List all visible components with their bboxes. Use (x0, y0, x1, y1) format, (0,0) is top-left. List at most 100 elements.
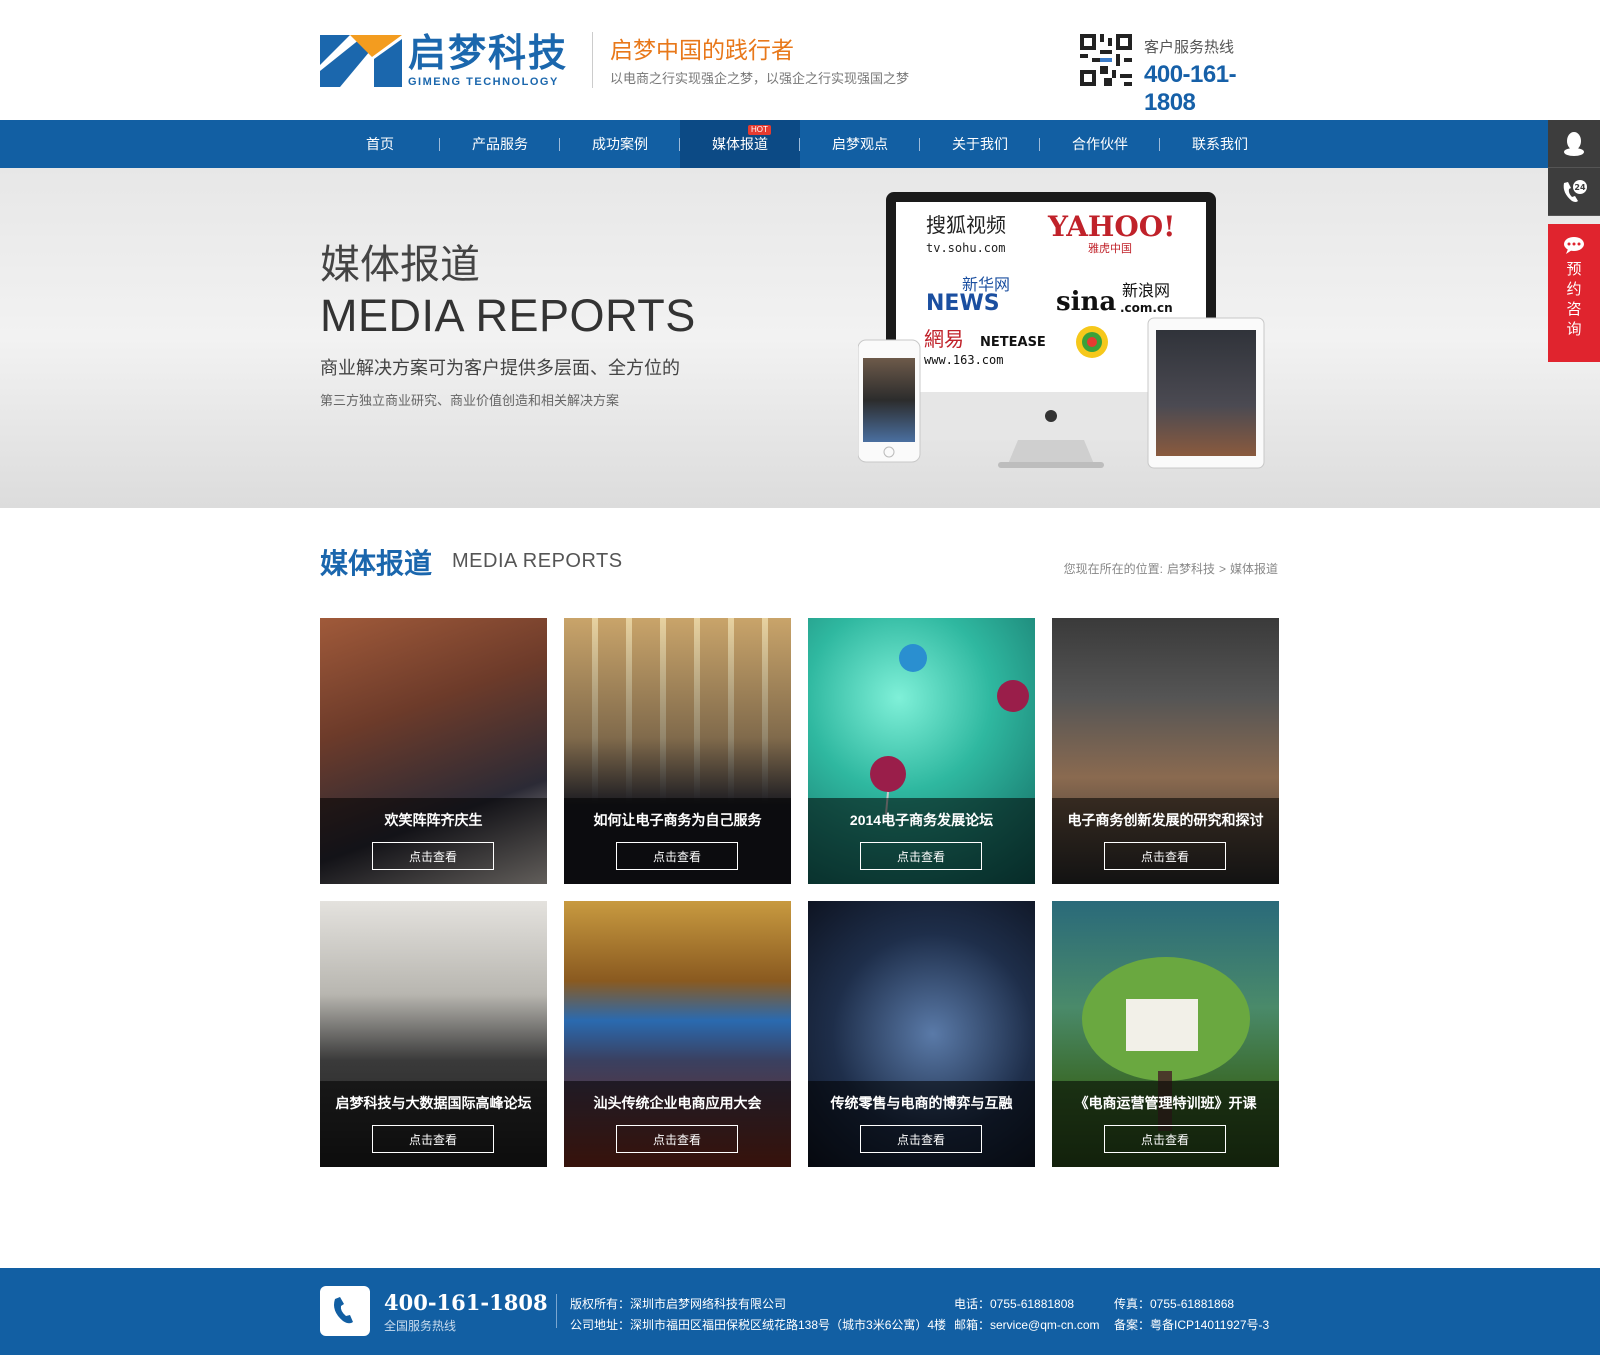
yahoo-logo: YAHOO! (1047, 210, 1175, 243)
footer-divider (556, 1294, 557, 1328)
media-card[interactable]: 2014电子商务发展论坛 点击查看 (808, 618, 1035, 884)
nav-item-about[interactable]: 关于我们 (920, 120, 1040, 168)
banner-title-en: MEDIA REPORTS (320, 290, 696, 341)
footer-contact-info: 电话：0755-61881808 邮箱：service@qm-cn.com (954, 1294, 1100, 1336)
view-button[interactable]: 点击查看 (372, 842, 494, 870)
footer-icp: 备案：粤备ICP14011927号-3 (1114, 1318, 1270, 1332)
phone-24-icon: 24 (1563, 179, 1587, 202)
qq-button[interactable] (1548, 120, 1600, 168)
nav-item-label: 成功案例 (592, 136, 648, 152)
banner-title-cn: 媒体报道 (320, 243, 480, 287)
sina-cn-logo: 新浪网 (1122, 281, 1170, 300)
card-title: 汕头传统企业电商应用大会 (593, 1095, 762, 1111)
netease-url: www.163.com (924, 353, 1003, 367)
media-grid: 欢笑阵阵齐庆生 点击查看 如何让电子商务为自己服务 点击查看 2014电子商务发… (320, 618, 1280, 1167)
footer-address: 公司地址：深圳市福田区福田保税区绒花路138号（城市3米6公寓）4楼 (570, 1318, 947, 1332)
nav-item-label: 联系我们 (1192, 136, 1248, 152)
consult-label-char: 约 (1566, 281, 1582, 298)
footer-company-info: 版权所有：深圳市启梦网络科技有限公司 公司地址：深圳市福田区福田保税区绒花路13… (570, 1294, 946, 1336)
nav-item-label: 合作伙伴 (1072, 136, 1128, 152)
nav-item-partners[interactable]: 合作伙伴 (1040, 120, 1160, 168)
header-hotline: 客户服务热线 400-161-1808 (1144, 36, 1280, 117)
nav-item-contact[interactable]: 联系我们 (1160, 120, 1280, 168)
card-title: 欢笑阵阵齐庆生 (384, 812, 483, 828)
nav-item-label: 产品服务 (472, 136, 528, 152)
view-button[interactable]: 点击查看 (860, 1125, 982, 1153)
card-title: 2014电子商务发展论坛 (849, 812, 994, 828)
phone-24-button[interactable]: 24 (1548, 168, 1600, 216)
view-button[interactable]: 点击查看 (616, 842, 738, 870)
slogan: 启梦中国的践行者 以电商之行实现强企之梦，以强企之行实现强国之梦 (610, 36, 909, 87)
media-card[interactable]: 传统零售与电商的博弈与互融 点击查看 (808, 901, 1035, 1167)
view-button[interactable]: 点击查看 (616, 1125, 738, 1153)
site-footer: 400-161-1808 全国服务热线 版权所有：深圳市启梦网络科技有限公司 公… (0, 1268, 1600, 1355)
card-title: 启梦科技与大数据国际高峰论坛 (335, 1095, 532, 1111)
nav-item-home[interactable]: 首页 (320, 120, 440, 168)
media-card[interactable]: 汕头传统企业电商应用大会 点击查看 (564, 901, 791, 1167)
logo-chinese-name: 启梦科技 (408, 33, 569, 75)
nav-item-label: 关于我们 (952, 136, 1008, 152)
sina-url: .com.cn (1120, 301, 1173, 315)
footer-email: 邮箱：service@qm-cn.com (954, 1318, 1100, 1332)
breadcrumb-prefix: 您现在所在的位置: (1063, 562, 1163, 576)
view-button[interactable]: 点击查看 (1104, 1125, 1226, 1153)
media-card[interactable]: 启梦科技与大数据国际高峰论坛 点击查看 (320, 901, 547, 1167)
view-button[interactable]: 点击查看 (372, 1125, 494, 1153)
consult-label-char: 预 (1566, 261, 1582, 278)
view-button[interactable]: 点击查看 (860, 842, 982, 870)
media-card[interactable]: 《电商运营管理特训班》开课 点击查看 (1052, 901, 1279, 1167)
news-logo: NEWS (926, 291, 1000, 316)
section-title-en: MEDIA REPORTS (452, 550, 623, 572)
breadcrumb-home[interactable]: 启梦科技 (1167, 562, 1215, 576)
nav-item-products[interactable]: 产品服务 (440, 120, 560, 168)
netease-logo: 網易 (924, 327, 964, 351)
breadcrumb-separator: > (1218, 562, 1226, 576)
nav-item-media[interactable]: HOT 媒体报道 (680, 120, 800, 168)
card-title: 《电商运营管理特训班》开课 (1074, 1095, 1257, 1111)
slogan-sub: 以电商之行实现强企之梦，以强企之行实现强国之梦 (610, 71, 910, 86)
hot-badge: HOT (748, 125, 771, 135)
sohu-url: tv.sohu.com (926, 241, 1005, 255)
view-button[interactable]: 点击查看 (1104, 842, 1226, 870)
section-title-cn: 媒体报道 (320, 548, 433, 579)
nav-item-label: 启梦观点 (832, 136, 888, 152)
qq-icon (1564, 131, 1584, 156)
netease-en-logo: NETEASE (980, 335, 1046, 350)
footer-phone: 电话：0755-61881808 (954, 1297, 1075, 1311)
apple-icon (1045, 410, 1057, 422)
hotline-number: 400-161-1808 (1144, 61, 1237, 116)
site-header: 启梦科技 GIMENG TECHNOLOGY 启梦中国的践行者 以电商之行实现强… (0, 0, 1600, 120)
banner-line-1: 商业解决方案可为客户提供多层面、全方位的 (320, 358, 680, 378)
hero-banner: 媒体报道 MEDIA REPORTS 商业解决方案可为客户提供多层面、全方位的 … (0, 168, 1600, 508)
devices-illustration: 搜狐视频 tv.sohu.com YAHOO! 雅虎中国 新华网 NEWS si… (858, 192, 1265, 469)
card-title: 电子商务创新发展的研究和探讨 (1067, 812, 1264, 828)
yahoo-cn-logo: 雅虎中国 (1088, 241, 1132, 255)
footer-extra-info: 传真：0755-61881868 备案：粤备ICP14011927号-3 (1114, 1294, 1269, 1336)
slogan-main: 启梦中国的践行者 (610, 37, 794, 63)
nav-item-viewpoints[interactable]: 启梦观点 (800, 120, 920, 168)
nav-item-cases[interactable]: 成功案例 (560, 120, 680, 168)
consult-button[interactable]: 预 约 咨 询 (1548, 224, 1600, 362)
nav-item-label: 媒体报道 (712, 136, 768, 152)
breadcrumb-current: 媒体报道 (1229, 562, 1278, 576)
breadcrumb: 您现在所在的位置: 启梦科技 > 媒体报道 (1062, 560, 1280, 577)
footer-hotline: 400-161-1808 全国服务热线 (384, 1290, 548, 1334)
logo[interactable]: 启梦科技 GIMENG TECHNOLOGY (320, 34, 568, 88)
qr-code-icon (1080, 34, 1132, 86)
main-nav: 首页 产品服务 成功案例 HOT 媒体报道 启梦观点 关于我们 合作伙伴 联系我们 (0, 120, 1600, 168)
chat-icon (1564, 237, 1584, 254)
section-header: 媒体报道 MEDIA REPORTS 您现在所在的位置: 启梦科技 > 媒体报道 (320, 508, 1280, 618)
sohu-logo: 搜狐视频 (926, 213, 1006, 237)
consult-label-char: 咨 (1566, 301, 1582, 318)
media-card[interactable]: 欢笑阵阵齐庆生 点击查看 (320, 618, 547, 884)
media-card[interactable]: 如何让电子商务为自己服务 点击查看 (564, 618, 791, 884)
card-title: 如何让电子商务为自己服务 (593, 812, 762, 828)
hotline-label: 客户服务热线 (1144, 39, 1235, 56)
logo-english-name: GIMENG TECHNOLOGY (408, 76, 559, 88)
footer-phone-icon (320, 1286, 370, 1336)
phone-24-badge: 24 (1574, 183, 1586, 192)
media-card[interactable]: 电子商务创新发展的研究和探讨 点击查看 (1052, 618, 1279, 884)
footer-copyright: 版权所有：深圳市启梦网络科技有限公司 (570, 1297, 787, 1311)
footer-hotline-number: 400-161-1808 (384, 1290, 548, 1315)
footer-fax: 传真：0755-61881868 (1114, 1297, 1235, 1311)
